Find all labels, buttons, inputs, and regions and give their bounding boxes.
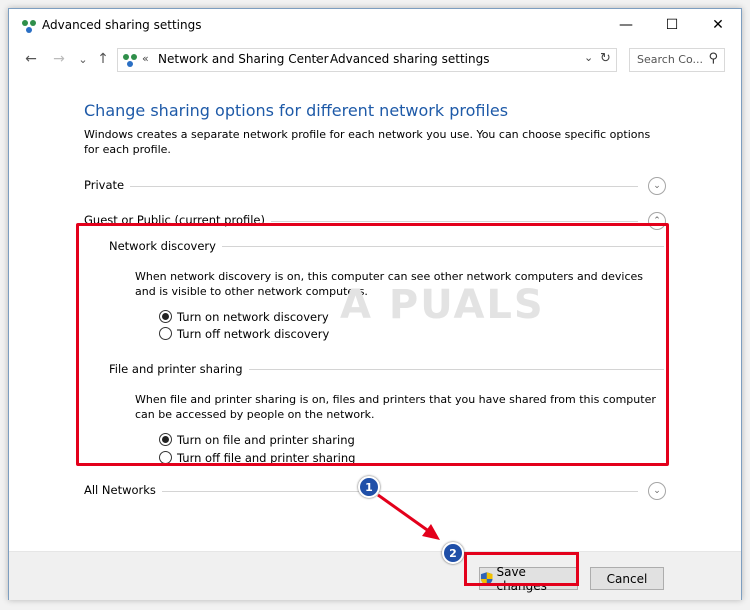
step-1-badge: 1 — [358, 476, 380, 498]
arrow-line — [377, 493, 431, 534]
annotation-arrow — [377, 493, 440, 540]
step-2-badge: 2 — [442, 542, 464, 564]
